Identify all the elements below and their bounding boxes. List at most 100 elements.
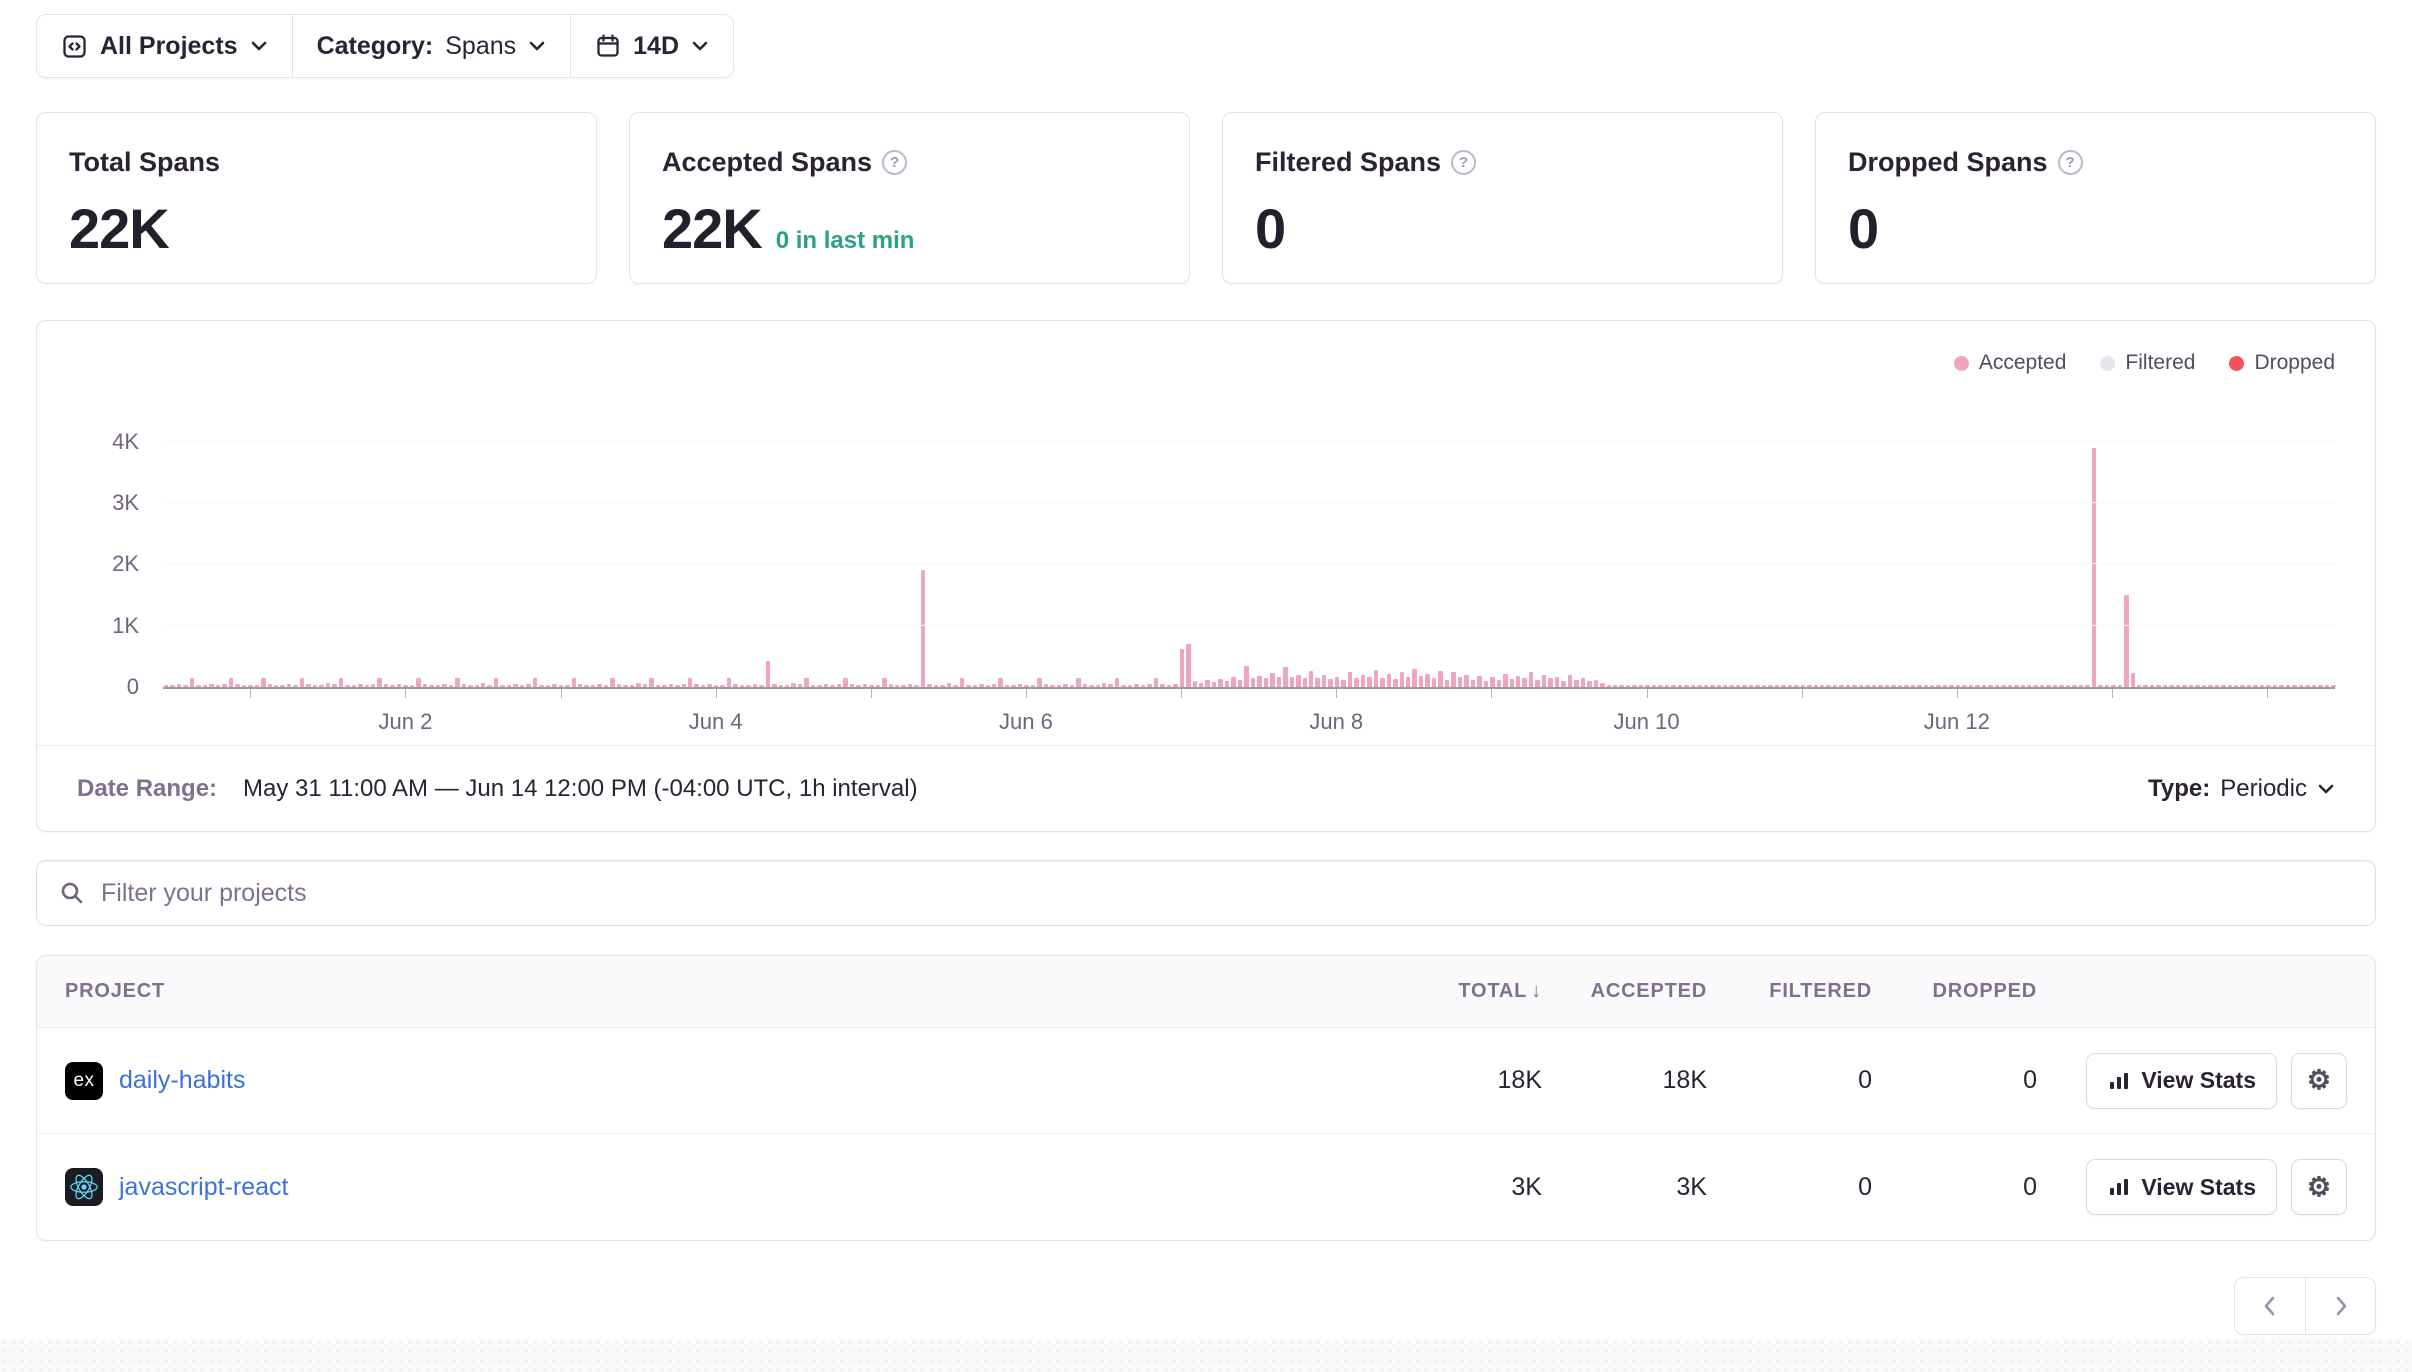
chart-bar [1238,680,1242,687]
help-icon[interactable]: ? [882,150,907,175]
project-settings-button[interactable]: ⚙ [2291,1159,2347,1215]
chart-bar [998,678,1002,687]
x-tick-label: Jun 2 [378,709,432,735]
chart-bar [1296,675,1300,687]
chart-bar [1432,678,1436,687]
dropped-cell: 0 [1872,1173,2037,1202]
chart-bar [1400,672,1404,687]
chart-bar [1412,669,1416,687]
card-title: Total Spans [69,147,220,178]
help-icon[interactable]: ? [2058,150,2083,175]
chart-bar [1522,678,1526,687]
x-tick [1957,689,1958,698]
chart-bar [1555,677,1559,687]
column-header-project: Project [65,980,1377,1003]
pagination [2234,1277,2376,1335]
legend-item-accepted[interactable]: Accepted [1954,351,2067,375]
legend-label: Accepted [1979,351,2067,375]
bars-container [163,417,2335,687]
chevron-down-icon [250,40,268,52]
y-tick-label: 2K [112,551,139,577]
chart-bar [416,678,420,687]
react-platform-icon [65,1168,103,1206]
chart-bar [300,678,304,687]
x-tick [1802,689,1803,698]
usage-stats-page: All Projects Category: Spans 14D Total S… [0,0,2412,1372]
date-range-dropdown[interactable]: 14D [570,15,733,77]
chart-bar [1309,671,1313,687]
chart-bar [2124,595,2128,687]
chart-bar [882,678,886,687]
y-axis-labels: 01K2K3K4K [77,417,139,687]
legend-label: Filtered [2125,351,2195,375]
chart-bar [1076,678,1080,687]
chart-bar [804,678,808,688]
chart-bar [455,678,459,687]
column-header-dropped[interactable]: Dropped [1872,980,2037,1003]
card-title: Filtered Spans [1255,147,1441,178]
column-header-total[interactable]: Total↓ [1377,980,1542,1003]
chart-bar [1464,675,1468,687]
chart-bar [1115,678,1119,688]
card-value: 22K [69,196,169,261]
view-stats-button[interactable]: View Stats [2086,1159,2277,1215]
column-header-accepted[interactable]: Accepted [1542,980,1707,1003]
project-link[interactable]: daily-habits [119,1066,245,1095]
chart-bar [610,678,614,687]
accepted-dot-icon [1954,356,1969,371]
chart-bar [1510,679,1514,687]
x-tick [1336,689,1337,698]
chart-bar [2092,448,2096,687]
help-icon[interactable]: ? [1451,150,1476,175]
chart-bar [1270,673,1274,687]
chart-bar [1322,675,1326,687]
card-title: Accepted Spans [662,147,872,178]
chart-bar [1548,678,1552,687]
search-input[interactable] [101,879,2353,908]
chart-bar [533,678,537,687]
table-header-row: Project Total↓ Accepted Filtered Dropped [37,956,2375,1028]
chart-plot [163,417,2335,687]
x-tick [561,689,562,698]
chart-bar [1445,680,1449,687]
search-icon [59,880,85,906]
chart-bar [649,678,653,688]
project-filter-dropdown[interactable]: All Projects [37,15,292,77]
x-tick [871,689,872,698]
next-page-button[interactable] [2305,1278,2375,1334]
category-filter-dropdown[interactable]: Category: Spans [292,15,571,77]
category-value: Spans [445,32,516,61]
card-note: 0 in last min [776,227,915,255]
chevron-down-icon [691,40,709,52]
chart-bar [727,678,731,687]
y-tick-label: 0 [127,674,139,700]
x-tick-label: Jun 8 [1309,709,1363,735]
x-axis: Jun 2Jun 4Jun 6Jun 8Jun 10Jun 12 [163,689,2335,749]
chart-bar [1231,677,1235,687]
gear-icon: ⚙ [2307,1172,2331,1203]
x-tick [716,689,717,698]
chart-bar [190,678,194,687]
chart-bar [1328,679,1332,687]
previous-page-button[interactable] [2235,1278,2305,1334]
project-filter-label: All Projects [100,32,238,61]
type-dropdown[interactable]: Type: Periodic [2148,775,2335,803]
chart-bar [1387,674,1391,687]
chart-bar [1581,678,1585,687]
chart-bar [1516,676,1520,687]
x-tick-label: Jun 4 [689,709,743,735]
chart-bar [1283,667,1287,687]
view-stats-button[interactable]: View Stats [2086,1053,2277,1109]
column-header-filtered[interactable]: Filtered [1707,980,1872,1003]
legend-item-dropped[interactable]: Dropped [2229,351,2335,375]
project-link[interactable]: javascript-react [119,1173,289,1202]
expo-platform-icon: ex [65,1062,103,1100]
project-settings-button[interactable]: ⚙ [2291,1053,2347,1109]
view-stats-label: View Stats [2141,1067,2256,1094]
chart-bar [1186,644,1190,687]
legend-item-filtered[interactable]: Filtered [2100,351,2195,375]
date-range-value: May 31 11:00 AM — Jun 14 12:00 PM (-04:0… [243,775,918,803]
x-tick-label: Jun 12 [1924,709,1990,735]
chart-bar [1180,649,1184,687]
filtered-cell: 0 [1707,1173,1872,1202]
